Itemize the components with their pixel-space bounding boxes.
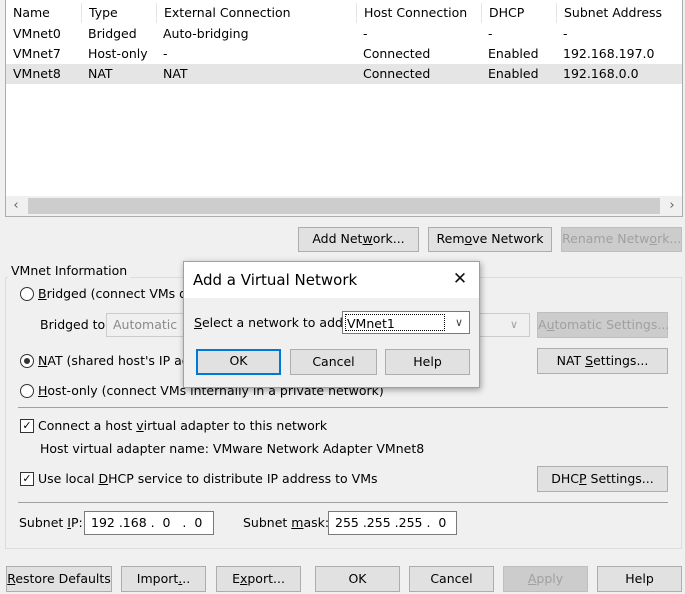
use-dhcp-checkbox[interactable]: ✓	[20, 472, 34, 486]
cell-external: -	[163, 46, 168, 61]
connect-host-adapter-checkbox[interactable]: ✓	[20, 419, 34, 433]
nat-radio-label[interactable]: NAT (shared host's IP add	[38, 352, 198, 370]
automatic-settings-button[interactable]: Automatic Settings...	[537, 312, 669, 338]
rename-network-button[interactable]: Rename Network...	[561, 227, 682, 252]
vmnet-information-legend: VMnet Information	[8, 263, 131, 279]
dialog-help-button[interactable]: Help	[385, 349, 470, 375]
horizontal-scrollbar[interactable]: ‹ ›	[6, 196, 682, 216]
cell-type: Bridged	[88, 26, 137, 41]
cell-host: -	[363, 26, 368, 41]
cell-name: VMnet0	[13, 26, 61, 41]
chevron-down-icon: ∨	[454, 316, 464, 329]
export-button[interactable]: Export...	[216, 566, 301, 592]
apply-button[interactable]: Apply	[503, 566, 588, 592]
subnet-mask-label: Subnet mask:	[243, 515, 330, 530]
network-select-value: VMnet1	[345, 314, 445, 331]
cell-subnet: 192.168.0.0	[563, 66, 639, 81]
cell-external: NAT	[163, 66, 188, 81]
add-network-button[interactable]: Add Network...	[298, 227, 419, 252]
column-header-external-connection[interactable]: External Connection	[156, 3, 356, 23]
column-header-subnet-address[interactable]: Subnet Address	[556, 3, 682, 23]
bridged-to-value: Automatic	[113, 317, 178, 332]
table-row-selected[interactable]: VMnet8 NAT NAT Connected Enabled 192.168…	[6, 64, 682, 84]
scrollbar-thumb[interactable]	[28, 198, 660, 214]
table-header: Name Type External Connection Host Conne…	[6, 0, 682, 24]
ok-button[interactable]: OK	[315, 566, 400, 592]
virtual-network-table[interactable]: Name Type External Connection Host Conne…	[5, 0, 683, 217]
network-select[interactable]: VMnet1 ∨	[342, 311, 470, 334]
subnet-ip-label: Subnet IP:	[19, 515, 83, 530]
dialog-ok-button[interactable]: OK	[196, 349, 281, 375]
cell-dhcp: Enabled	[488, 66, 539, 81]
bridged-radio-label[interactable]: Bridged (connect VMs dire	[38, 285, 203, 303]
cell-dhcp: -	[488, 26, 493, 41]
remove-network-button[interactable]: Remove Network	[428, 227, 552, 252]
subnet-ip-input[interactable]: 192 .168 . 0 . 0	[84, 511, 214, 535]
subnet-mask-input[interactable]: 255 .255 .255 . 0	[328, 511, 457, 535]
chevron-down-icon: ∨	[510, 318, 519, 331]
import-button[interactable]: Import...	[121, 566, 206, 592]
cell-name: VMnet8	[13, 66, 61, 81]
cell-type: NAT	[88, 66, 113, 81]
column-header-dhcp[interactable]: DHCP	[481, 3, 556, 23]
column-header-name[interactable]: Name	[6, 3, 81, 23]
cell-name: VMnet7	[13, 46, 61, 61]
separator	[18, 407, 668, 408]
cell-dhcp: Enabled	[488, 46, 539, 61]
table-row[interactable]: VMnet7 Host-only - Connected Enabled 192…	[6, 44, 682, 64]
cell-host: Connected	[363, 66, 431, 81]
cell-subnet: -	[563, 26, 568, 41]
table-row[interactable]: VMnet0 Bridged Auto-bridging - - -	[6, 24, 682, 44]
dhcp-settings-button[interactable]: DHCP Settings...	[537, 466, 668, 492]
separator	[18, 502, 668, 503]
cell-type: Host-only	[88, 46, 148, 61]
nat-radio[interactable]	[20, 354, 34, 368]
column-header-host-connection[interactable]: Host Connection	[356, 3, 481, 23]
connect-host-adapter-label[interactable]: Connect a host virtual adapter to this n…	[38, 417, 327, 435]
add-virtual-network-dialog: Add a Virtual Network ✕ Select a network…	[183, 261, 480, 388]
select-network-label: Select a network to add:	[194, 315, 348, 330]
nat-settings-button[interactable]: NAT Settings...	[537, 348, 668, 374]
host-adapter-name-text: Host virtual adapter name: VMware Networ…	[40, 441, 425, 456]
dialog-title-bar[interactable]: Add a Virtual Network ✕	[184, 262, 479, 298]
dialog-title: Add a Virtual Network	[193, 271, 358, 289]
use-dhcp-label[interactable]: Use local DHCP service to distribute IP …	[38, 470, 378, 488]
scroll-right-arrow-icon[interactable]: ›	[662, 196, 682, 216]
column-header-type[interactable]: Type	[81, 3, 156, 23]
restore-defaults-button[interactable]: Restore Defaults	[6, 566, 112, 592]
host-only-radio[interactable]	[20, 384, 34, 398]
cell-external: Auto-bridging	[163, 26, 249, 41]
help-button[interactable]: Help	[597, 566, 682, 592]
dialog-cancel-button[interactable]: Cancel	[290, 349, 377, 375]
close-icon[interactable]: ✕	[450, 268, 470, 290]
scroll-left-arrow-icon[interactable]: ‹	[6, 196, 26, 216]
cancel-button[interactable]: Cancel	[409, 566, 494, 592]
cell-subnet: 192.168.197.0	[563, 46, 655, 61]
cell-host: Connected	[363, 46, 431, 61]
bridged-to-label: Bridged to:	[40, 317, 110, 332]
bridged-radio[interactable]	[20, 287, 34, 301]
